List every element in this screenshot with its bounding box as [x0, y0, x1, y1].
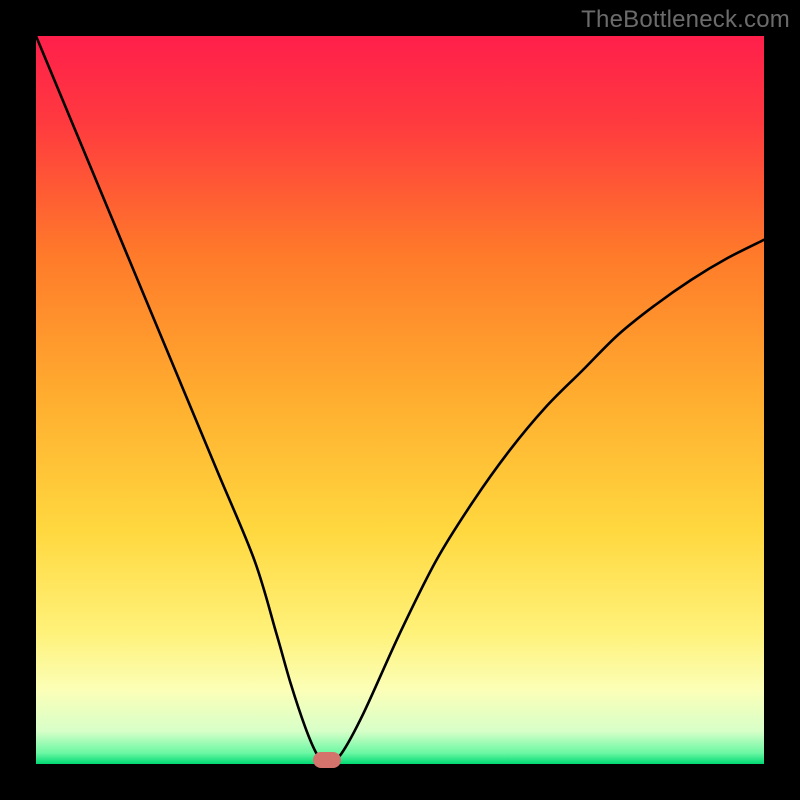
watermark-text: TheBottleneck.com: [581, 6, 790, 34]
chart-frame: TheBottleneck.com: [0, 0, 800, 800]
plot-area: [36, 36, 764, 764]
chart-svg: [36, 36, 764, 764]
curve-minimum-marker: [313, 752, 341, 768]
gradient-background: [36, 36, 764, 764]
